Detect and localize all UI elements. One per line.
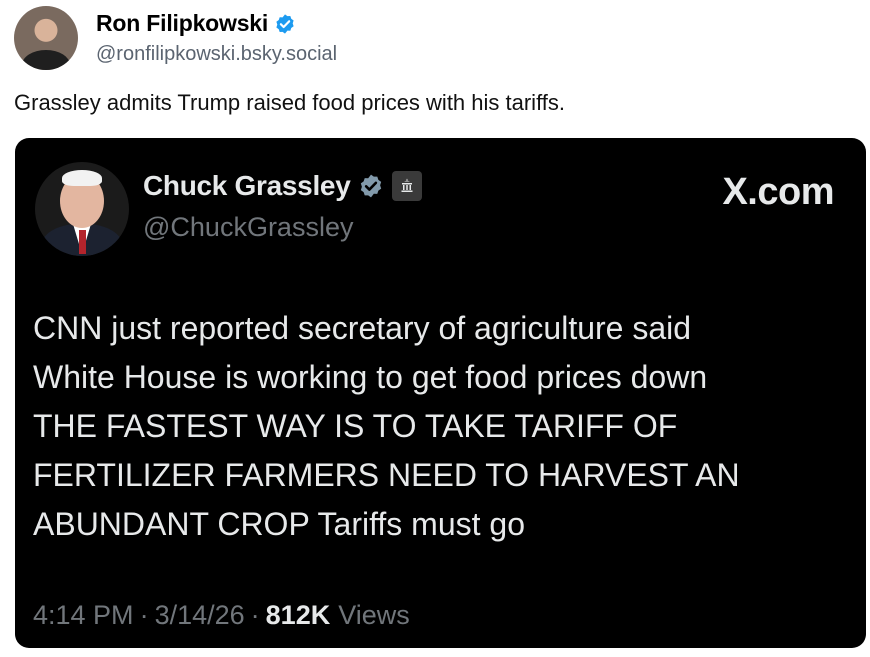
author-name-row: Ron Filipkowski (96, 10, 337, 37)
views-label: Views (338, 600, 410, 630)
tweet-text: CNN just reported secretary of agricultu… (33, 304, 833, 549)
tweet-line: CNN just reported secretary of agricultu… (33, 310, 692, 346)
embed-author-name: Chuck Grassley (143, 170, 351, 201)
author-name[interactable]: Ron Filipkowski (96, 10, 268, 37)
tweet-date: 3/14/26 (154, 600, 245, 630)
author-names: Ron Filipkowski @ronfilipkowski.bsky.soc… (96, 10, 337, 66)
tweet-line: White House is working to get food price… (33, 359, 708, 395)
tweet-meta: 4:14 PM · 3/14/26 · 812K Views (33, 600, 410, 631)
source-label: X.com (722, 171, 834, 213)
post-text: Grassley admits Trump raised food prices… (14, 90, 566, 115)
embed-avatar (35, 162, 129, 256)
tweet-line: FERTILIZER FARMERS NEED TO HARVEST AN (33, 457, 740, 493)
post-header: Ron Filipkowski @ronfilipkowski.bsky.soc… (14, 6, 337, 70)
meta-separator: · (250, 600, 260, 630)
tweet-time: 4:14 PM (33, 600, 134, 630)
tweet-line: THE FASTEST WAY IS TO TAKE TARIFF OF (33, 408, 678, 444)
meta-separator: · (139, 600, 149, 630)
embed-name-row: Chuck Grassley (143, 170, 423, 202)
government-building-icon (392, 171, 423, 201)
verified-check-icon (361, 174, 382, 198)
author-avatar[interactable] (14, 6, 78, 70)
verified-check-icon (276, 13, 294, 34)
author-handle[interactable]: @ronfilipkowski.bsky.social (96, 43, 337, 66)
views-count: 812K (265, 600, 331, 630)
embed-author-handle: @ChuckGrassley (143, 212, 354, 242)
embedded-tweet-screenshot[interactable]: Chuck Grassley @ChuckGrassley X.com CNN … (15, 138, 866, 648)
tweet-line: ABUNDANT CROP Tariffs must go (33, 506, 525, 542)
